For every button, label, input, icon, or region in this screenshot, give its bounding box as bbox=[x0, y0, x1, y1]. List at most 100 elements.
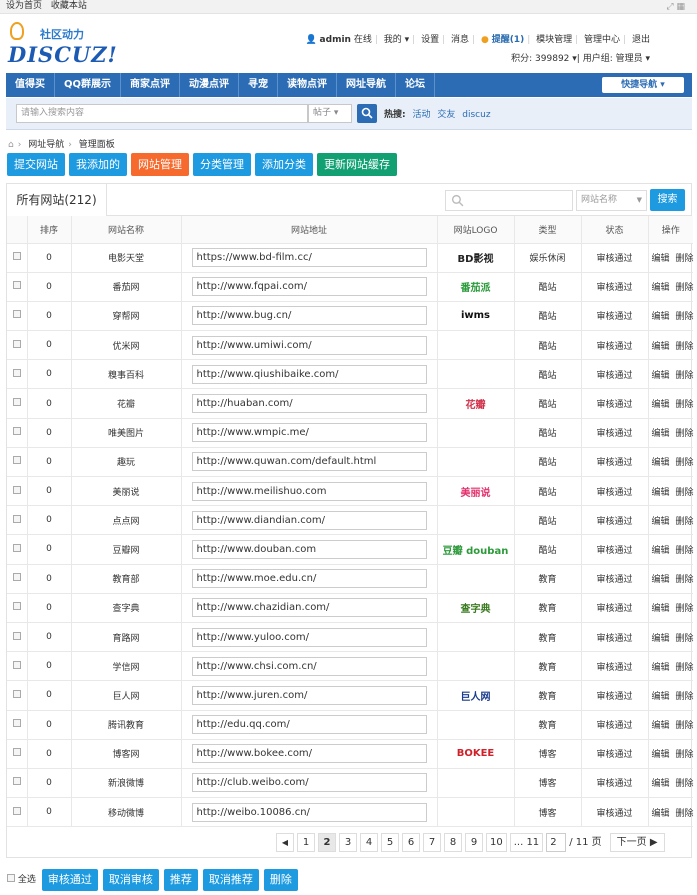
delete-link[interactable]: 删除 bbox=[676, 254, 694, 264]
page-link[interactable]: 10 bbox=[486, 833, 507, 852]
bulk-unapprove-button[interactable]: 取消审核 bbox=[102, 869, 159, 891]
delete-link[interactable]: 删除 bbox=[676, 283, 694, 293]
row-checkbox[interactable] bbox=[7, 330, 28, 361]
nav-item[interactable]: 网址导航 bbox=[337, 73, 397, 97]
row-url-input[interactable]: http://www.qiushibaike.com/ bbox=[191, 364, 427, 384]
page-link[interactable]: 4 bbox=[360, 833, 378, 852]
row-url-input[interactable]: http://www.chsi.com.cn/ bbox=[191, 656, 427, 676]
my-menu[interactable]: 我的 bbox=[384, 35, 402, 45]
edit-link[interactable]: 编辑 bbox=[652, 429, 670, 439]
bookmark-link[interactable]: 收藏本站 bbox=[51, 1, 87, 11]
category-manage-button[interactable]: 分类管理 bbox=[193, 153, 251, 176]
row-url-input[interactable]: http://www.umiwi.com/ bbox=[191, 335, 427, 355]
bulk-approve-button[interactable]: 审核通过 bbox=[41, 869, 98, 891]
row-checkbox[interactable] bbox=[7, 592, 28, 623]
hot-keyword[interactable]: discuz bbox=[462, 110, 490, 120]
filter-field-select[interactable]: 网站名称 ▼ bbox=[576, 190, 647, 211]
edit-link[interactable]: 编辑 bbox=[652, 517, 670, 527]
nav-item[interactable]: QQ群展示 bbox=[55, 73, 122, 97]
edit-link[interactable]: 编辑 bbox=[652, 721, 670, 731]
page-current[interactable]: 2 bbox=[318, 833, 336, 852]
row-checkbox[interactable] bbox=[7, 505, 28, 536]
edit-link[interactable]: 编辑 bbox=[652, 342, 670, 352]
update-cache-button[interactable]: 更新网站缓存 bbox=[317, 153, 397, 176]
edit-link[interactable]: 编辑 bbox=[652, 575, 670, 585]
nav-item[interactable]: 值得买 bbox=[6, 73, 55, 97]
page-link[interactable]: 7 bbox=[423, 833, 441, 852]
row-url-input[interactable]: http://www.chazidian.com/ bbox=[191, 598, 427, 618]
delete-link[interactable]: 删除 bbox=[676, 458, 694, 468]
delete-link[interactable]: 删除 bbox=[676, 721, 694, 731]
row-checkbox[interactable] bbox=[7, 446, 28, 478]
row-checkbox[interactable] bbox=[7, 651, 28, 682]
edit-link[interactable]: 编辑 bbox=[652, 283, 670, 293]
edit-link[interactable]: 编辑 bbox=[652, 692, 670, 702]
home-icon[interactable]: ⌂ bbox=[8, 140, 14, 150]
edit-link[interactable]: 编辑 bbox=[652, 254, 670, 264]
usergroup-link[interactable]: 用户组: 管理员 bbox=[583, 54, 643, 64]
row-checkbox[interactable] bbox=[7, 563, 28, 594]
submit-site-button[interactable]: 提交网站 bbox=[7, 153, 65, 176]
row-url-input[interactable]: http://edu.qq.com/ bbox=[191, 715, 427, 735]
site-manage-button[interactable]: 网站管理 bbox=[131, 153, 189, 176]
delete-link[interactable]: 删除 bbox=[676, 750, 694, 760]
row-checkbox[interactable] bbox=[7, 242, 28, 273]
page-link[interactable]: 3 bbox=[339, 833, 357, 852]
bulk-delete-button[interactable]: 删除 bbox=[263, 869, 298, 891]
nav-item[interactable]: 动漫点评 bbox=[180, 73, 240, 97]
add-category-button[interactable]: 添加分类 bbox=[255, 153, 313, 176]
row-checkbox[interactable] bbox=[7, 271, 28, 302]
module-mgmt-link[interactable]: 模块管理 bbox=[536, 35, 572, 45]
page-link[interactable]: 9 bbox=[465, 833, 483, 852]
select-all-checkbox[interactable] bbox=[7, 874, 15, 882]
breadcrumb-nav[interactable]: 网址导航 bbox=[28, 140, 64, 150]
row-url-input[interactable]: http://www.fqpai.com/ bbox=[191, 277, 427, 297]
page-input[interactable]: 2 bbox=[546, 833, 567, 852]
set-home-link[interactable]: 设为首页 bbox=[6, 1, 42, 11]
bulk-recommend-button[interactable]: 推荐 bbox=[163, 869, 198, 891]
edit-link[interactable]: 编辑 bbox=[652, 604, 670, 614]
next-page-button[interactable]: 下一页 ▶ bbox=[609, 833, 665, 852]
nav-item[interactable]: 读物点评 bbox=[278, 73, 338, 97]
edit-link[interactable]: 编辑 bbox=[652, 663, 670, 673]
top-right-icons[interactable]: ⤢ ▦ bbox=[666, 1, 685, 14]
row-url-input[interactable]: http://www.wmpic.me/ bbox=[191, 423, 427, 443]
row-checkbox[interactable] bbox=[7, 709, 28, 740]
row-checkbox[interactable] bbox=[7, 475, 28, 507]
row-url-input[interactable]: http://www.bug.cn/ bbox=[191, 306, 427, 326]
page-link[interactable]: 8 bbox=[444, 833, 462, 852]
row-checkbox[interactable] bbox=[7, 738, 28, 769]
edit-link[interactable]: 编辑 bbox=[652, 458, 670, 468]
delete-link[interactable]: 删除 bbox=[676, 779, 694, 789]
bulk-unrecommend-button[interactable]: 取消推荐 bbox=[202, 869, 259, 891]
logout-link[interactable]: 退出 bbox=[632, 35, 650, 45]
username-link[interactable]: admin bbox=[320, 35, 351, 45]
edit-link[interactable]: 编辑 bbox=[652, 809, 670, 819]
search-type-select[interactable]: 帖子 ▾ bbox=[308, 104, 352, 123]
delete-link[interactable]: 删除 bbox=[676, 604, 694, 614]
edit-link[interactable]: 编辑 bbox=[652, 488, 670, 498]
row-checkbox[interactable] bbox=[7, 680, 28, 711]
delete-link[interactable]: 删除 bbox=[676, 371, 694, 381]
row-url-input[interactable]: http://www.bokee.com/ bbox=[191, 744, 427, 764]
row-checkbox[interactable] bbox=[7, 534, 28, 565]
row-url-input[interactable]: http://weibo.10086.cn/ bbox=[191, 802, 427, 822]
row-checkbox[interactable] bbox=[7, 767, 28, 799]
delete-link[interactable]: 删除 bbox=[676, 575, 694, 585]
edit-link[interactable]: 编辑 bbox=[652, 371, 670, 381]
row-checkbox[interactable] bbox=[7, 388, 28, 419]
page-link[interactable]: 6 bbox=[402, 833, 420, 852]
hot-keyword[interactable]: 活动 bbox=[412, 110, 430, 120]
delete-link[interactable]: 删除 bbox=[676, 312, 694, 322]
row-url-input[interactable]: http://huaban.com/ bbox=[191, 394, 427, 414]
edit-link[interactable]: 编辑 bbox=[652, 634, 670, 644]
remind-link[interactable]: 提醒(1) bbox=[492, 35, 525, 45]
edit-link[interactable]: 编辑 bbox=[652, 400, 670, 410]
settings-link[interactable]: 设置 bbox=[421, 35, 439, 45]
tab-all-sites[interactable]: 所有网站(212) bbox=[7, 184, 107, 216]
page-link[interactable]: 5 bbox=[381, 833, 399, 852]
row-url-input[interactable]: http://www.meilishuo.com bbox=[191, 481, 427, 501]
row-checkbox[interactable] bbox=[7, 417, 28, 448]
row-url-input[interactable]: http://www.diandian.com/ bbox=[191, 510, 427, 530]
row-url-input[interactable]: https://www.bd-film.cc/ bbox=[191, 248, 427, 268]
